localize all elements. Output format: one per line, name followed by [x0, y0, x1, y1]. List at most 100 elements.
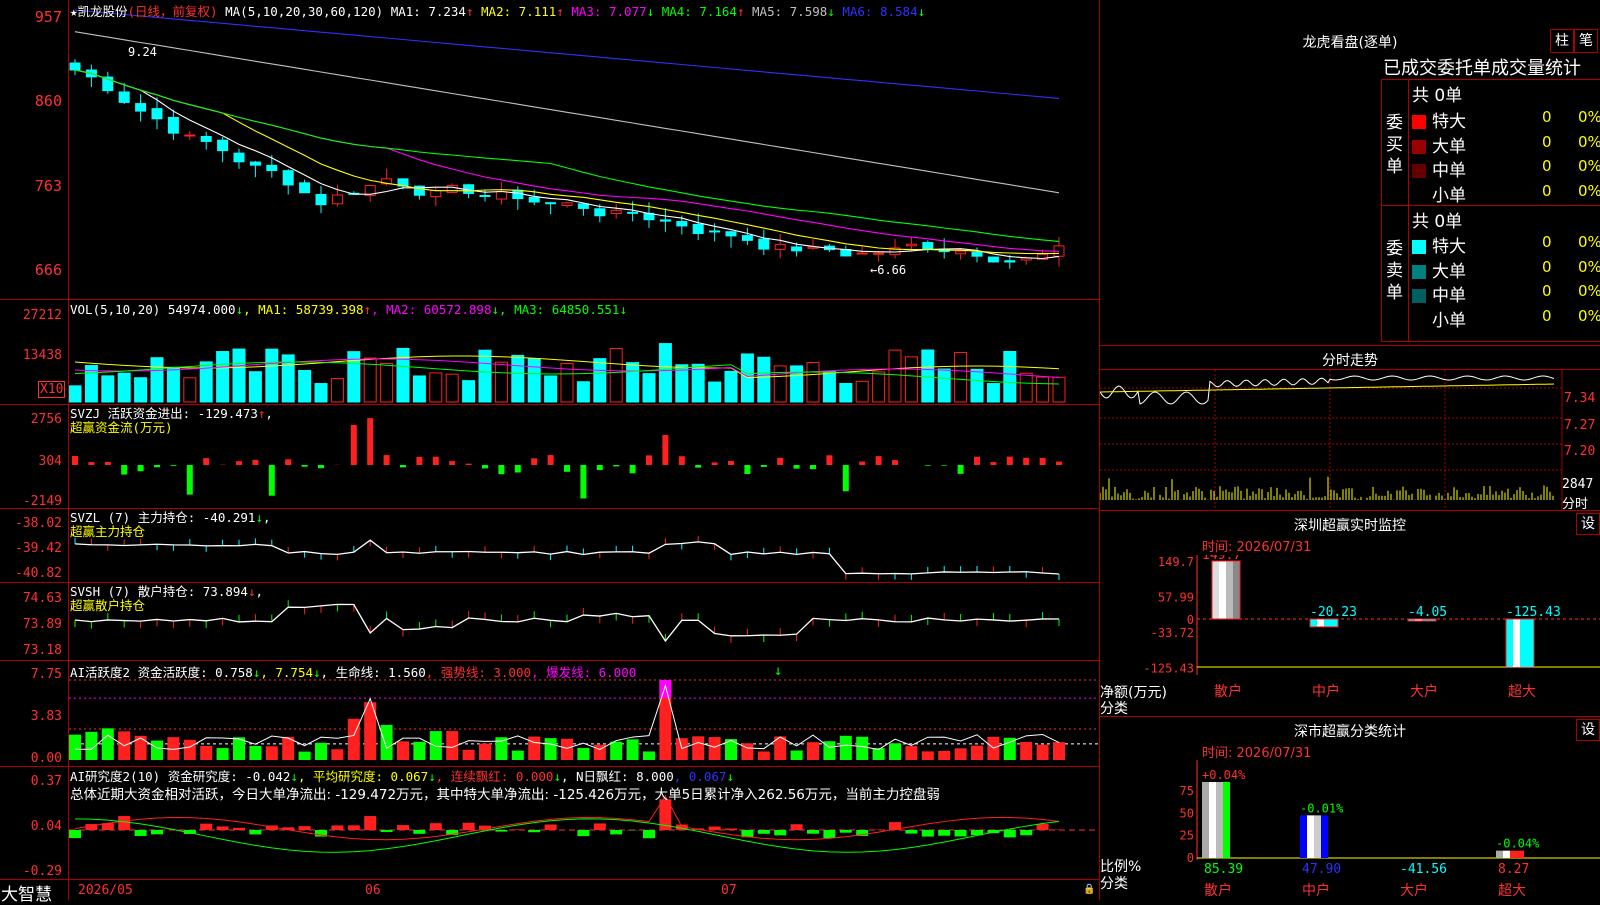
- candle: [529, 197, 539, 202]
- flow-bar: [941, 465, 947, 466]
- monitor-title: 深圳超赢实时监控: [1100, 515, 1600, 535]
- flow-bar: [236, 461, 242, 465]
- classify-settings-button[interactable]: 设: [1576, 719, 1600, 741]
- candle: [234, 153, 244, 162]
- candle: [1005, 261, 1015, 262]
- research-bar: [528, 830, 540, 832]
- research-bar: [217, 826, 229, 830]
- candle: [693, 224, 703, 233]
- intraday-price-line: [1100, 376, 1554, 404]
- classify-bar: [1300, 815, 1328, 858]
- candle: [332, 195, 342, 204]
- classify-title: 深市超赢分类统计: [1100, 721, 1600, 741]
- flow-bar: [384, 455, 390, 465]
- flow-bar: [958, 465, 964, 474]
- flow-bar: [892, 460, 898, 465]
- activity-bar: [266, 746, 278, 760]
- flow-bar: [449, 461, 455, 465]
- activity-burst: [659, 680, 671, 698]
- candle: [152, 109, 162, 119]
- stock-name[interactable]: ★凯龙股份: [70, 4, 128, 19]
- kline-chart[interactable]: ↓: [69, 0, 1099, 879]
- activity-bar: [1004, 738, 1016, 760]
- activity-bar: [413, 742, 425, 760]
- price-tick: 860: [0, 92, 62, 110]
- activity-bar: [1053, 742, 1065, 760]
- activity-bar: [758, 751, 770, 760]
- activity-arrow: ↓: [774, 663, 782, 679]
- flow-bar: [794, 465, 800, 469]
- level-count: 0: [1542, 182, 1552, 200]
- candle: [185, 135, 195, 136]
- level-pct: 0%: [1578, 307, 1600, 325]
- flow-bar: [876, 456, 882, 465]
- flow-bar: [416, 457, 422, 465]
- research-bar: [922, 830, 934, 837]
- level-count: 0: [1542, 307, 1552, 325]
- svzl-arrow: ↓: [255, 510, 263, 525]
- period-label: (日线，前复权): [128, 4, 218, 19]
- monitor-cat-label: 分类: [1100, 698, 1128, 718]
- flow-bar: [433, 457, 439, 465]
- ai2-nday: , N日飘红: 8.000: [561, 769, 674, 784]
- classify-value: 8.27: [1498, 862, 1529, 877]
- tick-view-button[interactable]: 笔: [1574, 29, 1598, 53]
- intraday-chart[interactable]: [1100, 370, 1600, 510]
- svzj-label: SVZJ 活跃资金进出: -129.473: [70, 406, 258, 421]
- level-pct: 0%: [1578, 258, 1600, 276]
- ai2-header: AI研究度2(10) 资金研究度: -0.042↓, 平均研究度: 0.067↓…: [70, 768, 940, 804]
- volume-bar: [627, 363, 639, 402]
- monitor-settings-button[interactable]: 设: [1576, 513, 1600, 535]
- flow-bar: [302, 465, 308, 467]
- volume-bar: [266, 349, 278, 402]
- level-count: 0: [1542, 108, 1552, 126]
- volume-bar: [856, 381, 868, 402]
- ai2-tick: 0.37: [0, 774, 62, 789]
- candle: [578, 204, 588, 209]
- volume-bar: [889, 350, 901, 402]
- candle: [283, 171, 293, 185]
- activity-bar: [299, 752, 311, 760]
- research-bar: [463, 823, 475, 830]
- activity-bar: [905, 746, 917, 760]
- research-bar: [331, 825, 343, 830]
- candle: [201, 136, 211, 141]
- level-swatch: [1412, 115, 1426, 129]
- flow-bar: [351, 425, 357, 465]
- volume-bar: [659, 344, 671, 402]
- volume-bar: [184, 378, 196, 402]
- flow-bar: [728, 461, 734, 465]
- svsh-label: SVSH (7) 散户持仓: 73.894: [70, 584, 248, 599]
- level-count: 0: [1542, 258, 1552, 276]
- activity-bar: [955, 748, 967, 760]
- monitor-bar-label: -125.43: [1506, 605, 1561, 620]
- candle: [513, 190, 523, 198]
- volume-bar: [102, 376, 114, 402]
- monitor-bar-chart: 149.757.990-33.72-125.43149.7散户-20.23中户-…: [1100, 555, 1600, 715]
- candle: [857, 253, 867, 254]
- flow-bar: [72, 456, 78, 465]
- level-swatch: [1412, 240, 1426, 254]
- flow-bar: [613, 465, 619, 466]
- svzj-arrow: ↑: [258, 406, 266, 421]
- lock-icon[interactable]: 🔒: [1083, 884, 1095, 895]
- vol-header: VOL(5,10,20) 54974.000↓, MA1: 58739.398↑…: [70, 302, 627, 317]
- ma-arrow: ↓: [647, 4, 655, 19]
- activity-bar: [889, 743, 901, 760]
- date-label: 06: [365, 883, 381, 898]
- activity-bar: [528, 737, 540, 760]
- monitor-y-tick: -33.72: [1151, 626, 1194, 640]
- ma-values: MA1: 7.234↑ MA2: 7.111↑ MA3: 7.077↓ MA4:…: [391, 4, 925, 19]
- candle: [611, 210, 621, 213]
- volume-bar: [610, 349, 622, 402]
- research-bar: [938, 830, 950, 836]
- research-bar: [348, 825, 360, 830]
- activity-bar: [479, 744, 491, 760]
- flow-bar: [548, 455, 554, 465]
- lhb-stat-title: 已成交委托单成交量统计: [1383, 54, 1600, 80]
- column-view-button[interactable]: 柱: [1550, 29, 1574, 53]
- research-bar: [791, 824, 803, 830]
- flow-bar: [285, 459, 291, 465]
- research-bar: [512, 829, 524, 830]
- activity-bar: [643, 751, 655, 760]
